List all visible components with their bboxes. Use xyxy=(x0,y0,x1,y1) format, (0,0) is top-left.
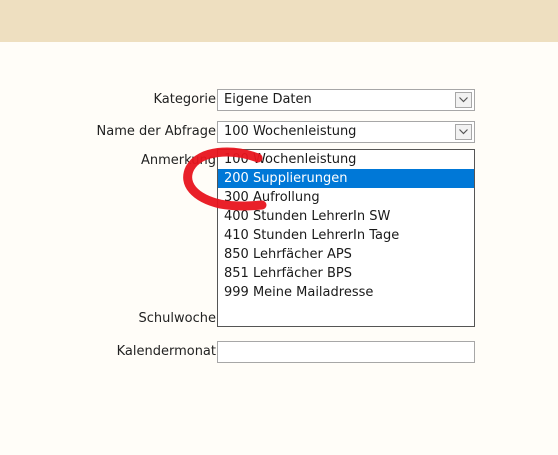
dropdown-option[interactable]: 400 Stunden LehrerIn SW xyxy=(218,207,474,226)
kategorie-select[interactable]: Eigene Daten xyxy=(217,89,475,111)
abfrage-dropdown-list[interactable]: 100 Wochenleistung 200 Supplierungen 300 A… xyxy=(217,149,475,327)
kategorie-dropdown-button[interactable] xyxy=(455,92,472,108)
kategorie-label: Kategorie xyxy=(153,92,216,107)
dropdown-option[interactable]: 850 Lehrfächer APS xyxy=(218,245,474,264)
dropdown-option[interactable]: 851 Lehrfächer BPS xyxy=(218,264,474,283)
top-bar xyxy=(0,0,558,42)
dropdown-option[interactable]: 410 Stunden LehrerIn Tage xyxy=(218,226,474,245)
dropdown-option[interactable]: 100 Wochenleistung xyxy=(218,150,474,169)
abfrage-select[interactable]: 100 Wochenleistung xyxy=(217,121,475,143)
chevron-down-icon xyxy=(459,129,468,135)
dropdown-option[interactable]: 300 Aufrollung xyxy=(218,188,474,207)
dropdown-option[interactable]: 999 Meine Mailadresse xyxy=(218,283,474,302)
abfrage-dropdown-button[interactable] xyxy=(455,124,472,140)
schulwoche-label: Schulwoche xyxy=(138,311,216,326)
kategorie-value: Eigene Daten xyxy=(224,92,312,107)
kalendermonat-label: Kalendermonat xyxy=(116,344,216,359)
dropdown-option[interactable]: 200 Supplierungen xyxy=(218,169,474,188)
chevron-down-icon xyxy=(459,97,468,103)
kalendermonat-input[interactable] xyxy=(217,341,475,363)
anmerkung-label: Anmerkung xyxy=(141,153,216,168)
abfrage-label: Name der Abfrage xyxy=(96,124,217,139)
abfrage-value: 100 Wochenleistung xyxy=(224,124,357,139)
